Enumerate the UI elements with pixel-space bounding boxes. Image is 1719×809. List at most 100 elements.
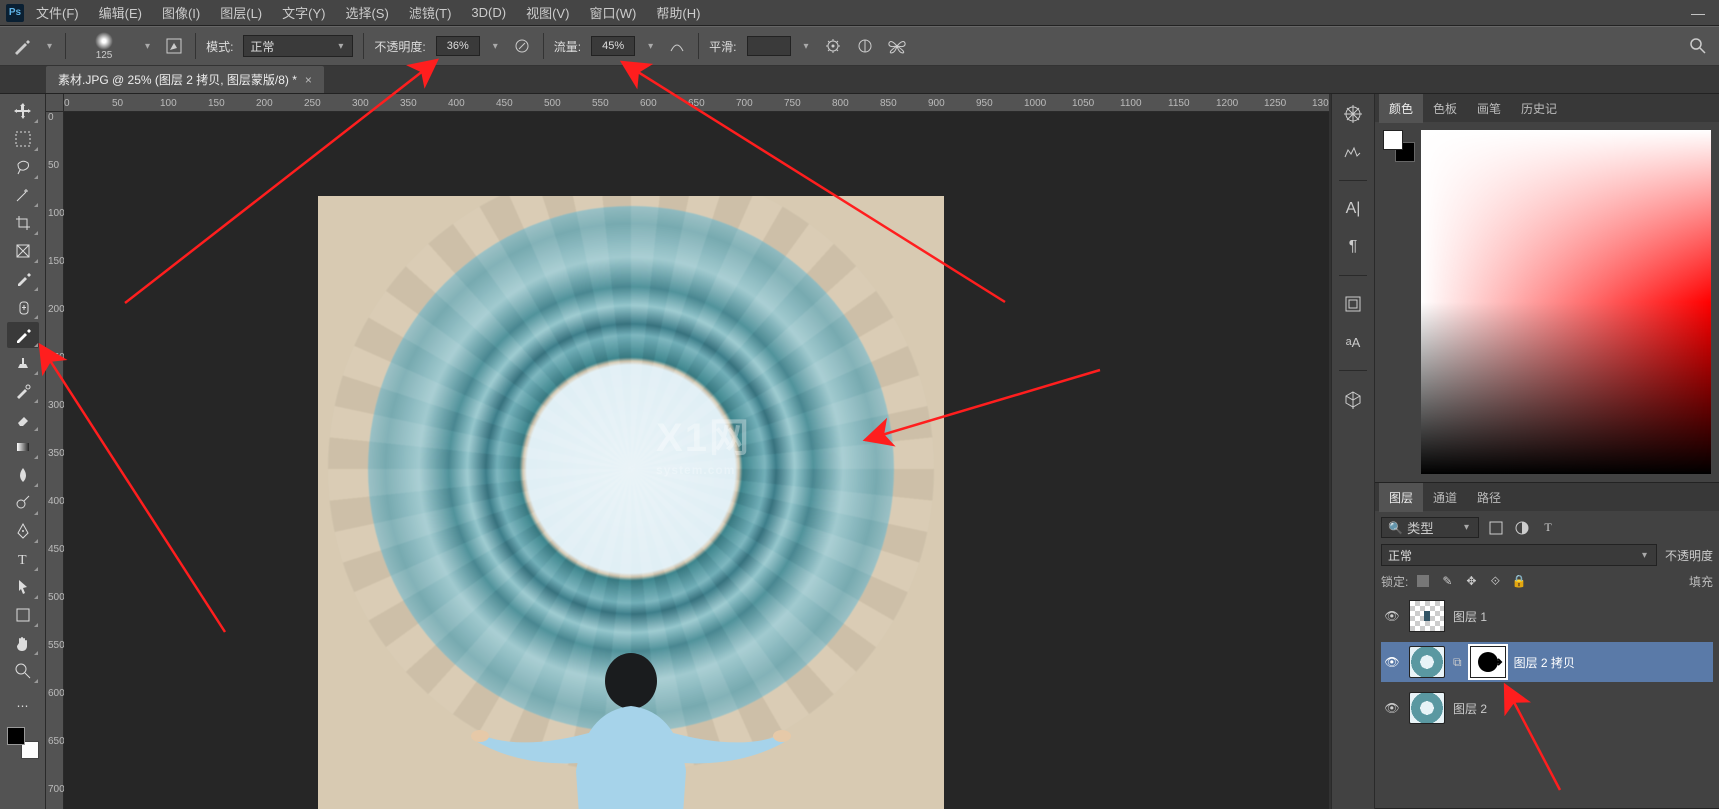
layer-filter[interactable]: 🔍 ▾: [1381, 517, 1479, 538]
layer-mask-thumbnail[interactable]: [1470, 646, 1506, 678]
menu-edit[interactable]: 编辑(E): [91, 0, 150, 26]
visibility-toggle-icon[interactable]: 👁: [1383, 701, 1401, 715]
opacity-input[interactable]: [436, 36, 480, 56]
layer-thumbnail[interactable]: [1409, 646, 1445, 678]
history-brush-tool[interactable]: [7, 378, 39, 404]
tool-dropdown-icon[interactable]: ▾: [44, 41, 55, 52]
move-tool[interactable]: [7, 98, 39, 124]
foreground-color-swatch[interactable]: [7, 727, 25, 745]
butterfly-icon[interactable]: [886, 35, 908, 57]
lock-pixels-icon[interactable]: [1414, 572, 1432, 590]
glyphs-icon[interactable]: [1341, 292, 1365, 316]
3d-icon[interactable]: [1341, 387, 1365, 411]
layer-row[interactable]: 👁 ⧉ 图层 2 拷贝: [1381, 642, 1713, 682]
type-tool[interactable]: T: [7, 546, 39, 572]
close-tab-icon[interactable]: ×: [305, 73, 312, 87]
tab-brushes[interactable]: 画笔: [1467, 94, 1511, 123]
menu-view[interactable]: 视图(V): [518, 0, 577, 26]
layer-filter-input[interactable]: [1407, 520, 1457, 535]
canvas-stage[interactable]: X1网system.com: [64, 112, 1329, 809]
lock-position-icon[interactable]: ✥: [1462, 572, 1480, 590]
fg-swatch[interactable]: [1383, 130, 1403, 150]
layer-name[interactable]: 图层 2: [1453, 700, 1487, 717]
layer-row[interactable]: 👁 图层 1: [1381, 596, 1713, 636]
marquee-tool[interactable]: [7, 126, 39, 152]
menu-layer[interactable]: 图层(L): [212, 0, 270, 26]
smooth-dropdown-icon[interactable]: ▾: [801, 41, 812, 52]
ship-wheel-icon[interactable]: [1341, 102, 1365, 126]
tab-color[interactable]: 颜色: [1379, 94, 1423, 123]
mask-link-icon[interactable]: ⧉: [1453, 655, 1462, 670]
frame-tool[interactable]: [7, 238, 39, 264]
blur-tool[interactable]: [7, 462, 39, 488]
layer-thumbnail[interactable]: [1409, 692, 1445, 724]
zoom-tool[interactable]: [7, 658, 39, 684]
pressure-opacity-icon[interactable]: [511, 35, 533, 57]
paragraph-panel-icon[interactable]: ¶: [1341, 235, 1365, 259]
tab-swatches[interactable]: 色板: [1423, 94, 1467, 123]
menu-type[interactable]: 文字(Y): [274, 0, 333, 26]
shape-tool[interactable]: [7, 602, 39, 628]
tab-paths[interactable]: 路径: [1467, 483, 1511, 512]
menu-help[interactable]: 帮助(H): [648, 0, 708, 26]
tab-history[interactable]: 历史记: [1511, 94, 1567, 123]
color-picker-field[interactable]: [1421, 130, 1711, 474]
layer-thumbnail[interactable]: [1409, 600, 1445, 632]
crop-tool[interactable]: [7, 210, 39, 236]
brush-tool[interactable]: [7, 322, 39, 348]
path-select-tool[interactable]: [7, 574, 39, 600]
smooth-input[interactable]: [747, 36, 791, 56]
airbrush-icon[interactable]: [666, 35, 688, 57]
lock-brush-icon[interactable]: ✎: [1438, 572, 1456, 590]
document-tab[interactable]: 素材.JPG @ 25% (图层 2 拷贝, 图层蒙版/8) * ×: [46, 66, 324, 93]
lock-all-icon[interactable]: 🔒: [1510, 572, 1528, 590]
tab-layers[interactable]: 图层: [1379, 483, 1423, 512]
current-tool-icon[interactable]: [10, 34, 34, 58]
tab-channels[interactable]: 通道: [1423, 483, 1467, 512]
visibility-toggle-icon[interactable]: 👁: [1383, 609, 1401, 623]
lasso-tool[interactable]: [7, 154, 39, 180]
menu-filter[interactable]: 滤镜(T): [401, 0, 460, 26]
search-icon[interactable]: [1687, 35, 1709, 57]
ruler-vertical[interactable]: 0501001502002503003504004505005506006507…: [46, 112, 64, 809]
layer-name[interactable]: 图层 2 拷贝: [1514, 654, 1575, 671]
hand-tool[interactable]: [7, 630, 39, 656]
smooth-options-icon[interactable]: [822, 35, 844, 57]
edit-toolbar[interactable]: ⋯: [7, 693, 39, 719]
flow-dropdown-icon[interactable]: ▾: [645, 41, 656, 52]
symmetry-icon[interactable]: [854, 35, 876, 57]
character-panel-icon[interactable]: A|: [1341, 197, 1365, 221]
foreground-background-colors[interactable]: [7, 727, 39, 759]
eyedropper-tool[interactable]: [7, 266, 39, 292]
layer-name[interactable]: 图层 1: [1453, 608, 1487, 625]
healing-brush-tool[interactable]: [7, 294, 39, 320]
flow-input[interactable]: [591, 36, 635, 56]
magic-wand-tool[interactable]: [7, 182, 39, 208]
pen-tool[interactable]: [7, 518, 39, 544]
histogram-icon[interactable]: [1341, 140, 1365, 164]
gradient-tool[interactable]: [7, 434, 39, 460]
brush-panel-toggle-icon[interactable]: [163, 35, 185, 57]
filter-type-icon[interactable]: T: [1539, 519, 1557, 537]
ruler-horizontal[interactable]: 0501001502002503003504004505005506006507…: [64, 94, 1329, 112]
menu-file[interactable]: 文件(F): [28, 0, 87, 26]
clone-stamp-tool[interactable]: [7, 350, 39, 376]
menu-window[interactable]: 窗口(W): [581, 0, 644, 26]
color-fgbg-swatches[interactable]: [1383, 130, 1415, 162]
styles-icon[interactable]: aA: [1341, 330, 1365, 354]
layer-row[interactable]: 👁 图层 2: [1381, 688, 1713, 728]
opacity-dropdown-icon[interactable]: ▾: [490, 41, 501, 52]
lock-artboard-icon[interactable]: ⟐: [1486, 572, 1504, 590]
filter-pixel-icon[interactable]: [1487, 519, 1505, 537]
visibility-toggle-icon[interactable]: 👁: [1383, 655, 1401, 669]
menu-image[interactable]: 图像(I): [154, 0, 208, 26]
dodge-tool[interactable]: [7, 490, 39, 516]
minimize-button[interactable]: —: [1683, 5, 1713, 21]
filter-adjust-icon[interactable]: [1513, 519, 1531, 537]
menu-3d[interactable]: 3D(D): [463, 1, 514, 24]
brush-dropdown-icon[interactable]: ▾: [142, 41, 153, 52]
menu-select[interactable]: 选择(S): [337, 0, 396, 26]
eraser-tool[interactable]: [7, 406, 39, 432]
blend-mode-select[interactable]: 正常 ▾: [243, 35, 353, 57]
brush-preset-picker[interactable]: 125: [76, 30, 132, 62]
